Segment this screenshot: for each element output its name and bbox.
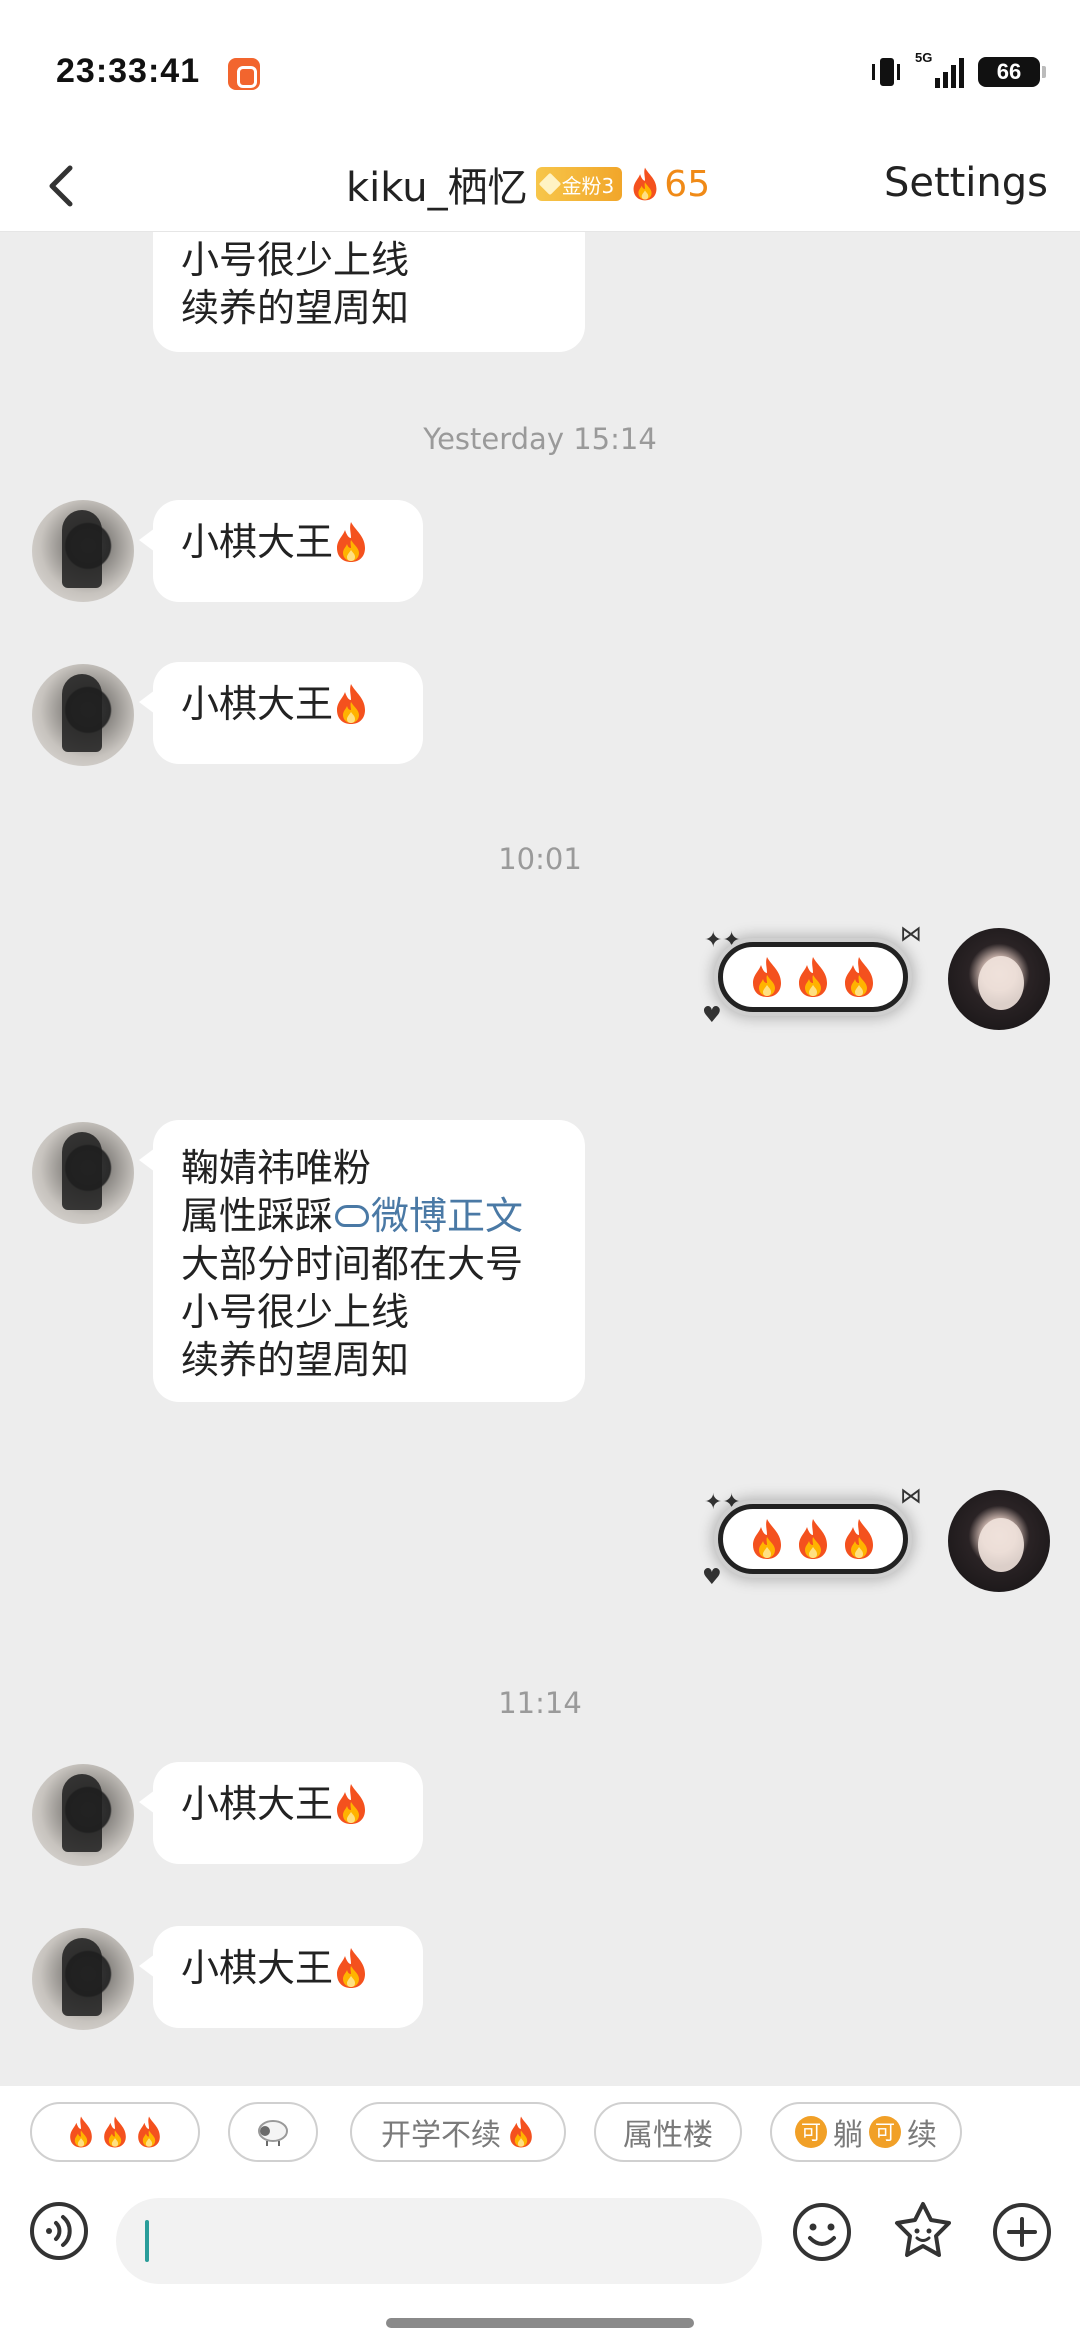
fire-icon — [333, 1782, 369, 1826]
chip-label: 续 — [907, 2118, 937, 2153]
message-bubble[interactable]: 鞠婧祎唯粉 属性踩踩 微博正文 大部分时间都在大号 小号很少上线 续养的望周知 — [139, 1120, 585, 1402]
chat-messages[interactable]: 小号很少上线 续养的望周知 Yesterday 15:14 小棋大王 小棋大王 … — [0, 232, 1080, 2086]
coin-icon: 可 — [795, 2116, 827, 2148]
message-input[interactable] — [116, 2198, 762, 2284]
fire-emoji-group — [718, 1504, 908, 1574]
timestamp: 11:14 — [498, 1686, 582, 1720]
input-bar — [0, 2176, 1080, 2344]
status-bar: 23:33:41 5G 66 — [0, 0, 1080, 140]
settings-button[interactable]: Settings — [884, 160, 1048, 206]
fire-icon — [333, 1946, 369, 1990]
fire-icon — [630, 166, 660, 202]
heart-icon: ♥ — [702, 1565, 722, 1590]
bow-icon: ⋈ — [900, 922, 922, 947]
fire-icon — [333, 682, 369, 726]
message-bubble[interactable]: 小棋大王 — [139, 1926, 423, 2028]
avatar[interactable] — [32, 1928, 134, 2030]
avatar[interactable] — [32, 664, 134, 766]
gem-icon — [538, 172, 561, 196]
timestamp: 10:01 — [498, 842, 582, 876]
chip-label: 开学不续 — [381, 2118, 501, 2153]
message-text: 小棋大王 — [181, 520, 334, 564]
message-line: 续养的望周知 — [181, 1338, 410, 1382]
fire-icon — [507, 2115, 535, 2149]
heart-icon: ♥ — [702, 1003, 722, 1028]
weibo-link-icon — [335, 1204, 370, 1227]
chip-label: 躺 — [833, 2118, 863, 2153]
battery-icon: 66 — [978, 57, 1046, 87]
message-text: 小棋大王 — [181, 682, 334, 726]
signal-icon: 5G — [915, 50, 964, 88]
app-notification-icon — [228, 58, 260, 90]
status-time: 23:33:41 — [56, 52, 201, 90]
message-bubble[interactable]: 小号很少上线 续养的望周知 — [153, 232, 585, 352]
message-line: 大部分时间都在大号 — [181, 1242, 524, 1286]
avatar[interactable] — [32, 1122, 134, 1224]
fire-icon — [101, 2115, 129, 2149]
quick-reply-no-renew[interactable]: 开学不续 — [350, 2102, 566, 2162]
message-line: 属性踩踩 微博正文 — [181, 1192, 557, 1240]
sticker-icon[interactable] — [890, 2198, 956, 2264]
fire-score-value: 65 — [664, 163, 711, 205]
fire-icon — [840, 1517, 878, 1561]
chevron-left-icon[interactable] — [34, 156, 94, 216]
quick-reply-lie-renew[interactable]: 可躺可续 — [770, 2102, 962, 2162]
fire-icon — [67, 2115, 95, 2149]
avatar[interactable] — [948, 928, 1050, 1030]
quick-reply-fire[interactable] — [30, 2102, 200, 2162]
fire-emoji-group — [718, 942, 908, 1012]
network-type: 5G — [915, 50, 933, 65]
message-text: 属性踩踩 — [181, 1194, 334, 1238]
quick-reply-sheep[interactable] — [228, 2102, 318, 2162]
message-line: 鞠婧祎唯粉 — [181, 1146, 372, 1190]
message-line: 小号很少上线 — [181, 1290, 410, 1334]
fire-icon — [333, 520, 369, 564]
weibo-link[interactable]: 微博正文 — [371, 1194, 523, 1238]
text-caret — [145, 2220, 149, 2262]
quick-reply-attribute[interactable]: 属性楼 — [594, 2102, 742, 2162]
decorated-message-bubble[interactable]: ✦✦ ⋈ ♥ — [702, 1484, 924, 1590]
fire-icon — [794, 1517, 832, 1561]
avatar[interactable] — [32, 500, 134, 602]
smiley-icon[interactable] — [790, 2200, 854, 2264]
fan-level-badge: 金粉3 — [535, 167, 623, 201]
message-text: 小棋大王 — [181, 1946, 334, 1990]
fire-score: 65 — [630, 164, 710, 205]
bow-icon: ⋈ — [900, 1484, 922, 1509]
avatar[interactable] — [32, 1764, 134, 1866]
message-line: 小号很少上线 — [181, 238, 410, 282]
message-bubble[interactable]: 小棋大王 — [139, 1762, 423, 1864]
chat-title: kiku_栖忆 — [346, 165, 528, 211]
message-bubble[interactable]: 小棋大王 — [139, 662, 423, 764]
decorated-message-bubble[interactable]: ✦✦ ⋈ ♥ — [702, 922, 924, 1028]
sheep-icon — [258, 2120, 288, 2146]
chip-label: 属性楼 — [623, 2118, 713, 2153]
chat-title-group[interactable]: kiku_栖忆 金粉3 65 — [346, 148, 710, 220]
voice-icon[interactable] — [28, 2200, 90, 2262]
message-bubble[interactable]: 小棋大王 — [139, 500, 423, 602]
timestamp: Yesterday 15:14 — [423, 422, 657, 456]
avatar[interactable] — [948, 1490, 1050, 1592]
status-icons: 5G 66 — [871, 50, 1046, 92]
vibrate-icon — [871, 54, 901, 90]
chat-header: kiku_栖忆 金粉3 65 Settings — [0, 140, 1080, 232]
fire-icon — [840, 955, 878, 999]
coin-icon: 可 — [869, 2116, 901, 2148]
fan-badge-label: 金粉3 — [561, 173, 615, 198]
message-text: 小棋大王 — [181, 1782, 334, 1826]
home-indicator — [386, 2318, 694, 2328]
plus-icon[interactable] — [990, 2200, 1054, 2264]
fire-icon — [748, 955, 786, 999]
fire-icon — [794, 955, 832, 999]
message-line: 续养的望周知 — [181, 286, 410, 330]
fire-icon — [748, 1517, 786, 1561]
quick-reply-bar: 开学不续 属性楼 可躺可续 — [0, 2086, 1080, 2176]
fire-icon — [135, 2115, 163, 2149]
